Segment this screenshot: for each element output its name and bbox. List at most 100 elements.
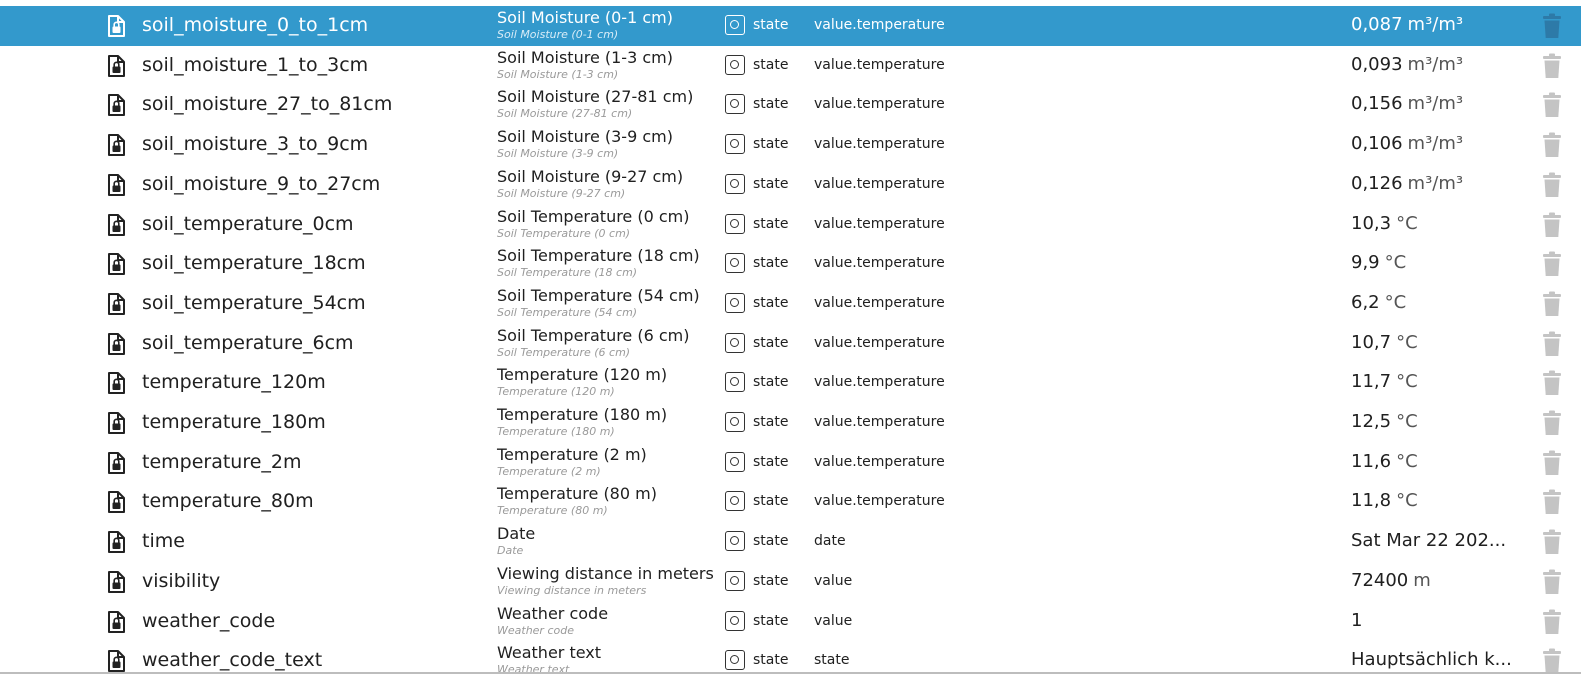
object-name: Weather text <box>497 643 602 663</box>
object-value[interactable]: 11,8 °C <box>1351 490 1418 512</box>
trash-icon[interactable] <box>1541 172 1563 198</box>
trash-icon[interactable] <box>1541 489 1563 515</box>
object-role: value.temperature <box>814 96 945 113</box>
trash-icon[interactable] <box>1541 291 1563 317</box>
trash-icon[interactable] <box>1541 92 1563 118</box>
object-value[interactable]: 0,156 m³/m³ <box>1351 93 1463 115</box>
trash-icon[interactable] <box>1541 132 1563 158</box>
object-value[interactable]: 11,6 °C <box>1351 451 1418 473</box>
object-value[interactable]: 10,7 °C <box>1351 332 1418 354</box>
object-value[interactable]: Sat Mar 22 202... <box>1351 530 1506 552</box>
state-icon <box>725 531 745 552</box>
object-role: value.temperature <box>814 453 945 470</box>
locked-file-icon <box>104 490 128 514</box>
table-row[interactable]: temperature_80m Temperature (80 m) Tempera… <box>0 482 1581 522</box>
state-icon <box>725 372 745 393</box>
object-name: Soil Temperature (54 cm) <box>497 285 700 305</box>
trash-icon[interactable] <box>1541 331 1563 357</box>
object-value[interactable]: 0,106 m³/m³ <box>1351 133 1463 155</box>
table-row[interactable]: soil_temperature_0cm Soil Temperature (0 … <box>0 205 1581 245</box>
object-name-translation: Temperature (2 m) <box>497 464 601 478</box>
value-unit: °C <box>1384 291 1407 313</box>
object-role: value.temperature <box>814 215 945 232</box>
table-row[interactable]: temperature_2m Temperature (2 m) Temperatu… <box>0 443 1581 483</box>
table-row[interactable]: soil_temperature_6cm Soil Temperature (6 … <box>0 324 1581 364</box>
table-row[interactable]: soil_moisture_1_to_3cm Soil Moisture (1-3… <box>0 46 1581 86</box>
value-number: 0,093 <box>1351 53 1403 75</box>
state-icon <box>725 332 745 353</box>
table-row[interactable]: temperature_120m Temperature (120 m) Tempe… <box>0 363 1581 403</box>
object-role: value.temperature <box>814 374 945 391</box>
object-name: Date <box>497 524 536 544</box>
object-value[interactable]: 1 <box>1351 610 1362 632</box>
object-role: value.temperature <box>814 17 945 33</box>
table-row[interactable]: visibility Viewing distance in meters View… <box>0 562 1581 602</box>
table-row[interactable]: time Date Date state date Sat Mar 22 202... <box>0 522 1581 562</box>
object-name-translation: Soil Temperature (54 cm) <box>497 305 638 319</box>
object-id: temperature_80m <box>142 490 314 513</box>
object-name-translation: Soil Moisture (9-27 cm) <box>497 186 626 200</box>
object-name: Viewing distance in meters <box>497 563 714 583</box>
object-value[interactable]: 12,5 °C <box>1351 411 1418 433</box>
object-value[interactable]: 11,7 °C <box>1351 371 1418 393</box>
value-unit: °C <box>1396 212 1418 234</box>
table-row[interactable]: soil_temperature_18cm Soil Temperature (1… <box>0 244 1581 284</box>
object-name-translation: Temperature (80 m) <box>497 504 608 518</box>
object-value[interactable]: Hauptsächlich k... <box>1351 649 1512 671</box>
object-name: Soil Temperature (6 cm) <box>497 325 690 345</box>
object-role: date <box>814 533 846 550</box>
state-icon <box>725 134 745 155</box>
locked-file-icon <box>104 93 128 117</box>
table-row[interactable]: weather_code Weather code Weather code stat… <box>0 602 1581 642</box>
value-number: Hauptsächlich k... <box>1351 649 1512 671</box>
object-value[interactable]: 10,3 °C <box>1351 213 1418 235</box>
trash-icon[interactable] <box>1541 212 1563 238</box>
table-row[interactable]: soil_temperature_54cm Soil Temperature (5… <box>0 284 1581 324</box>
trash-icon[interactable] <box>1541 450 1563 476</box>
value-unit: m <box>1413 569 1431 591</box>
trash-icon[interactable] <box>1541 251 1563 277</box>
object-type: state <box>753 96 789 113</box>
table-row[interactable]: soil_moisture_0_to_1cm Soil Moisture (0-1… <box>0 6 1581 46</box>
object-name-translation: Soil Temperature (0 cm) <box>497 226 631 240</box>
object-value[interactable]: 0,093 m³/m³ <box>1351 54 1463 76</box>
object-type: state <box>753 453 789 470</box>
object-type: state <box>753 652 789 669</box>
object-type: state <box>753 215 789 232</box>
value-number: 11,6 <box>1351 450 1392 472</box>
object-value[interactable]: 72400 m <box>1351 570 1431 592</box>
value-number: 72400 <box>1351 569 1409 591</box>
state-icon <box>725 412 745 432</box>
table-row[interactable]: soil_moisture_27_to_81cm Soil Moisture (2… <box>0 85 1581 125</box>
object-value[interactable]: 9,9 °C <box>1351 252 1406 274</box>
object-name: Soil Moisture (9-27 cm) <box>497 166 684 186</box>
object-name-translation: Soil Moisture (27-81 cm) <box>497 107 633 121</box>
object-role: value.temperature <box>814 493 945 510</box>
object-value[interactable]: 0,126 m³/m³ <box>1351 173 1463 195</box>
value-number: 0,156 <box>1351 93 1403 115</box>
table-row[interactable]: soil_moisture_9_to_27cm Soil Moisture (9-… <box>0 165 1581 205</box>
trash-icon[interactable] <box>1541 410 1563 436</box>
value-number: Sat Mar 22 202... <box>1351 530 1507 552</box>
trash-icon[interactable] <box>1541 13 1563 39</box>
object-type: state <box>753 136 789 153</box>
trash-icon[interactable] <box>1541 609 1563 635</box>
table-row[interactable]: soil_moisture_3_to_9cm Soil Moisture (3-9… <box>0 125 1581 165</box>
value-unit: m³/m³ <box>1407 53 1464 75</box>
object-name: Temperature (80 m) <box>497 484 657 504</box>
object-value[interactable]: 6,2 °C <box>1351 292 1406 314</box>
trash-icon[interactable] <box>1541 569 1563 595</box>
trash-icon[interactable] <box>1541 53 1563 79</box>
object-id: soil_moisture_0_to_1cm <box>142 14 369 36</box>
table-row[interactable]: weather_code_text Weather text Weather tex… <box>0 641 1581 680</box>
table-row[interactable]: temperature_180m Temperature (180 m) Tempe… <box>0 403 1581 443</box>
object-role: value.temperature <box>814 175 945 192</box>
trash-icon[interactable] <box>1541 648 1563 674</box>
object-name-translation: Temperature (120 m) <box>497 385 615 399</box>
trash-icon[interactable] <box>1541 370 1563 396</box>
trash-icon[interactable] <box>1541 529 1563 555</box>
value-number: 11,8 <box>1351 490 1392 512</box>
object-value[interactable]: 0,087 m³/m³ <box>1351 14 1463 36</box>
locked-file-icon <box>104 530 128 554</box>
object-name: Soil Temperature (18 cm) <box>497 246 700 266</box>
